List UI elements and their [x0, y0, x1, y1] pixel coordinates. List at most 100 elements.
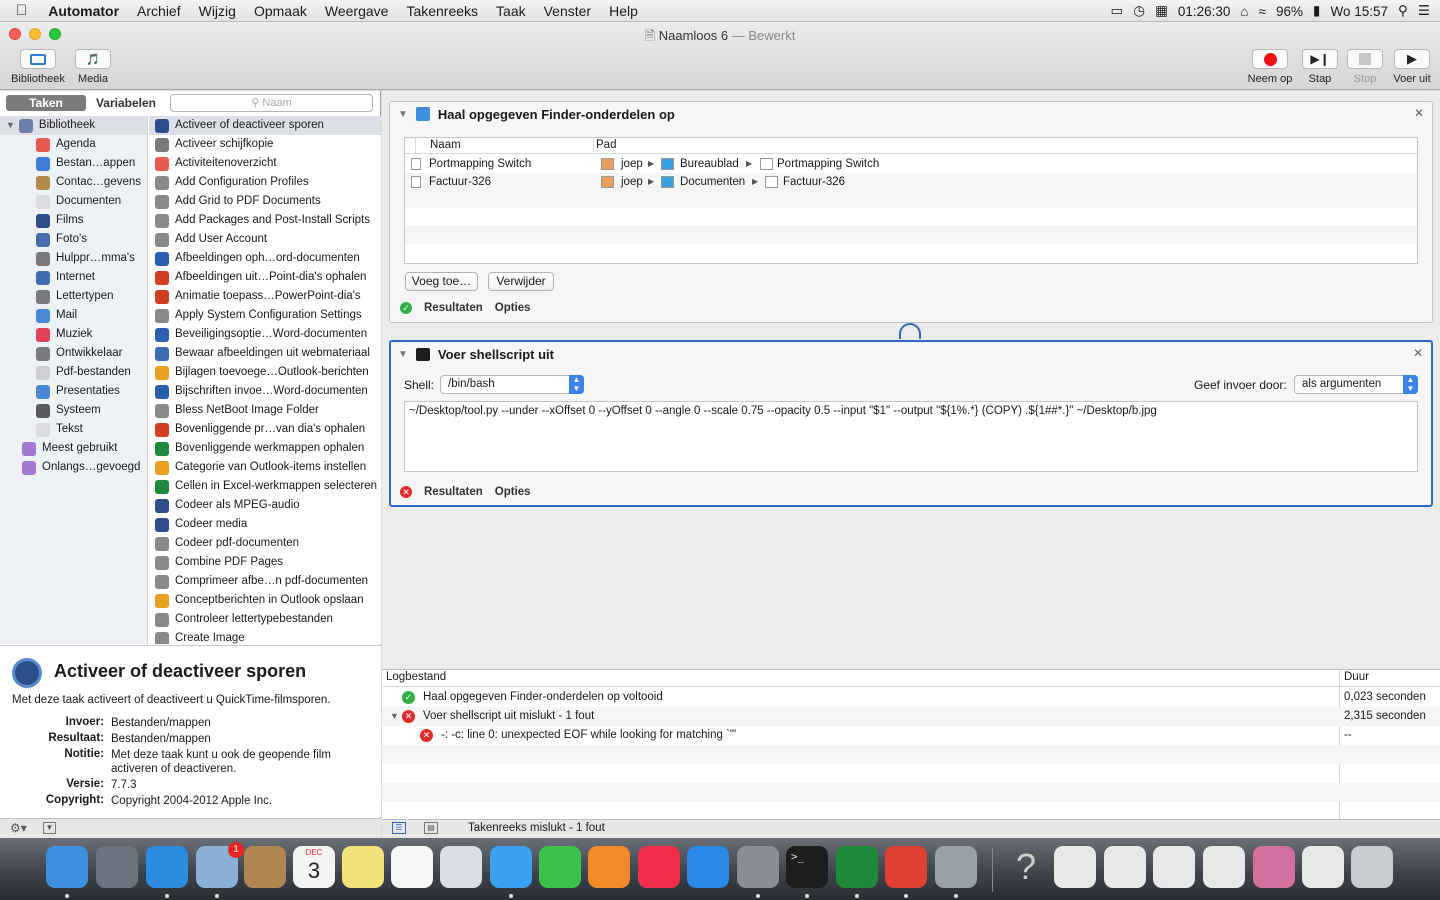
disclosure-triangle-icon[interactable]: ▼ — [390, 707, 399, 726]
record-toolbar-button[interactable]: Neem op — [1244, 49, 1296, 85]
action-list-item[interactable]: Afbeeldingen oph…ord-documenten — [149, 249, 381, 268]
menu-clock[interactable]: Wo 15:57 — [1330, 4, 1388, 19]
library-item[interactable]: Agenda — [0, 135, 147, 154]
library-item[interactable]: Presentaties — [0, 382, 147, 401]
help-dock-icon[interactable]: ? — [1005, 846, 1047, 888]
reminders-dock-icon[interactable] — [391, 846, 433, 888]
column-duration[interactable]: Duur — [1344, 671, 1369, 683]
contacts-dock-icon[interactable] — [244, 846, 286, 888]
action-get-finder-items[interactable]: ▼ Haal opgegeven Finder-onderdelen op ✕ … — [389, 101, 1433, 323]
notification-center-icon[interactable]: ☰ — [1418, 3, 1430, 19]
airplay-icon[interactable]: ▭ — [1111, 3, 1124, 19]
library-item[interactable]: Documenten — [0, 192, 147, 211]
action-list-item[interactable]: Cellen in Excel-werkmappen selecteren — [149, 477, 381, 496]
document2-dock-icon[interactable] — [1104, 846, 1146, 888]
calendar-dock-icon[interactable]: DEC 3 — [293, 846, 335, 888]
appstore-dock-icon[interactable] — [687, 846, 729, 888]
shell-select[interactable]: /bin/bash ▲ ▼ — [440, 375, 584, 394]
library-item[interactable]: Tekst — [0, 420, 147, 439]
excel-dock-icon[interactable] — [836, 846, 878, 888]
action-list-item[interactable]: Comprimeer afbe…n pdf-documenten — [149, 572, 381, 591]
results-toggle[interactable]: Resultaten — [424, 486, 483, 498]
library-item[interactable]: Contac…gevens — [0, 173, 147, 192]
library-item[interactable]: ▼ Bibliotheek — [0, 116, 147, 135]
menu-wijzig[interactable]: Wijzig — [190, 3, 245, 19]
library-item[interactable]: Muziek — [0, 325, 147, 344]
action-list-item[interactable]: Categorie van Outlook-items instellen — [149, 458, 381, 477]
close-action-icon[interactable]: ✕ — [1414, 106, 1424, 120]
action-list-item[interactable]: Bless NetBoot Image Folder — [149, 401, 381, 420]
action-list-item[interactable]: Add Packages and Post-Install Scripts — [149, 211, 381, 230]
document5-dock-icon[interactable] — [1253, 846, 1295, 888]
trash-dock-icon[interactable] — [1351, 846, 1393, 888]
menu-venster[interactable]: Venster — [535, 3, 600, 19]
action-list-item[interactable]: Add Grid to PDF Documents — [149, 192, 381, 211]
library-item[interactable]: Pdf-bestanden — [0, 363, 147, 382]
action-list-item[interactable]: Bovenliggende werkmappen ophalen — [149, 439, 381, 458]
action-list-item[interactable]: Add User Account — [149, 230, 381, 249]
action-list-item[interactable]: Controleer lettertypebestanden — [149, 610, 381, 629]
remove-button[interactable]: Verwijder — [488, 272, 554, 291]
library-item[interactable]: Systeem — [0, 401, 147, 420]
messages-dock-icon[interactable] — [490, 846, 532, 888]
action-list-item[interactable]: Afbeeldingen uit…Point-dia's ophalen — [149, 268, 381, 287]
action-run-shell-script[interactable]: ▼ Voer shellscript uit ✕ Shell: /bin/bas… — [389, 340, 1433, 507]
automator-dock-icon[interactable] — [935, 846, 977, 888]
results-toggle[interactable]: Resultaten — [424, 302, 483, 314]
action-list-item[interactable]: Bovenliggende pr…van dia's ophalen — [149, 420, 381, 439]
library-item[interactable]: Foto's — [0, 230, 147, 249]
gear-icon[interactable]: ⚙▾ — [10, 821, 27, 835]
close-action-icon[interactable]: ✕ — [1413, 346, 1423, 360]
mail-dock-icon[interactable]: 1 — [196, 842, 244, 888]
finder-item-row[interactable]: Factuur-326 joep ▶ Documenten ▶ Factuur-326 — [405, 173, 1417, 191]
menu-takenreeks[interactable]: Takenreeks — [397, 3, 487, 19]
disclosure-triangle-icon[interactable]: ▼ — [6, 116, 15, 135]
stop-toolbar-button[interactable]: Stop — [1345, 49, 1385, 85]
media-toolbar-button[interactable]: 🎵 Media — [70, 49, 116, 85]
battery-percentage[interactable]: 96% — [1276, 4, 1303, 19]
finder-dock-icon[interactable] — [46, 846, 88, 888]
preview-dock-icon[interactable] — [440, 846, 482, 888]
action-list-item[interactable]: Bijlagen toevoege…Outlook-berichten — [149, 363, 381, 382]
action-list-item[interactable]: Bijschriften invoe…Word-documenten — [149, 382, 381, 401]
spotlight-icon[interactable]: ⚲ — [1398, 3, 1408, 19]
home-sharing-icon[interactable]: ⌂ — [1240, 4, 1248, 19]
ibooks-dock-icon[interactable] — [588, 846, 630, 888]
action-list-item[interactable]: Apply System Configuration Settings — [149, 306, 381, 325]
variables-view-icon[interactable]: ▤ — [424, 822, 438, 834]
library-item[interactable]: Films — [0, 211, 147, 230]
action-list-item[interactable]: Activiteitenoverzicht — [149, 154, 381, 173]
library-item[interactable]: Ontwikkelaar — [0, 344, 147, 363]
disclosure-triangle-icon[interactable]: ▼ — [398, 109, 408, 120]
systempreferences-dock-icon[interactable] — [737, 846, 779, 888]
document3-dock-icon[interactable] — [1153, 846, 1195, 888]
library-item[interactable]: Meest gebruikt — [0, 439, 147, 458]
library-item[interactable]: Onlangs…gevoegd — [0, 458, 147, 477]
timer-icon[interactable]: ▦ — [1155, 3, 1168, 19]
toggle-description-icon[interactable]: ▼ — [43, 822, 56, 834]
log-row[interactable]: ✕ -: -c: line 0: unexpected EOF while loo… — [382, 726, 1440, 745]
menu-opmaak[interactable]: Opmaak — [245, 3, 316, 19]
action-list-item[interactable]: Add Configuration Profiles — [149, 173, 381, 192]
apple-menu-icon[interactable]:  — [0, 2, 39, 19]
facetime-dock-icon[interactable] — [539, 846, 581, 888]
action-list-item[interactable]: Codeer media — [149, 515, 381, 534]
script-editor[interactable]: ~/Desktop/tool.py --under --xOffset 0 --… — [404, 401, 1418, 472]
log-row[interactable]: ▼ ✕ Voer shellscript uit mislukt - 1 fout 2… — [382, 707, 1440, 726]
disclosure-triangle-icon[interactable]: ▼ — [398, 349, 408, 360]
list-view-icon[interactable]: ☰ — [392, 822, 406, 834]
search-input[interactable]: ⚲ Naam — [170, 94, 373, 112]
column-log[interactable]: Logbestand — [386, 671, 446, 683]
menu-app-name[interactable]: Automator — [39, 3, 128, 19]
column-path[interactable]: Pad — [596, 139, 616, 151]
battery-icon[interactable]: ▮ — [1313, 3, 1320, 19]
action-list-item[interactable]: Activeer of deactiveer sporen — [149, 116, 381, 135]
remotedesktop-dock-icon[interactable] — [885, 846, 927, 888]
action-list-item[interactable]: Animatie toepass…PowerPoint-dia's — [149, 287, 381, 306]
step-toolbar-button[interactable]: ▶❙ Stap — [1300, 49, 1340, 85]
action-list-item[interactable]: Codeer pdf-documenten — [149, 534, 381, 553]
action-list-item[interactable]: Beveiligingsoptie…Word-documenten — [149, 325, 381, 344]
action-list-item[interactable]: Create Image — [149, 629, 381, 644]
library-item[interactable]: Mail — [0, 306, 147, 325]
input-method-select[interactable]: als argumenten ▲ ▼ — [1294, 375, 1418, 394]
